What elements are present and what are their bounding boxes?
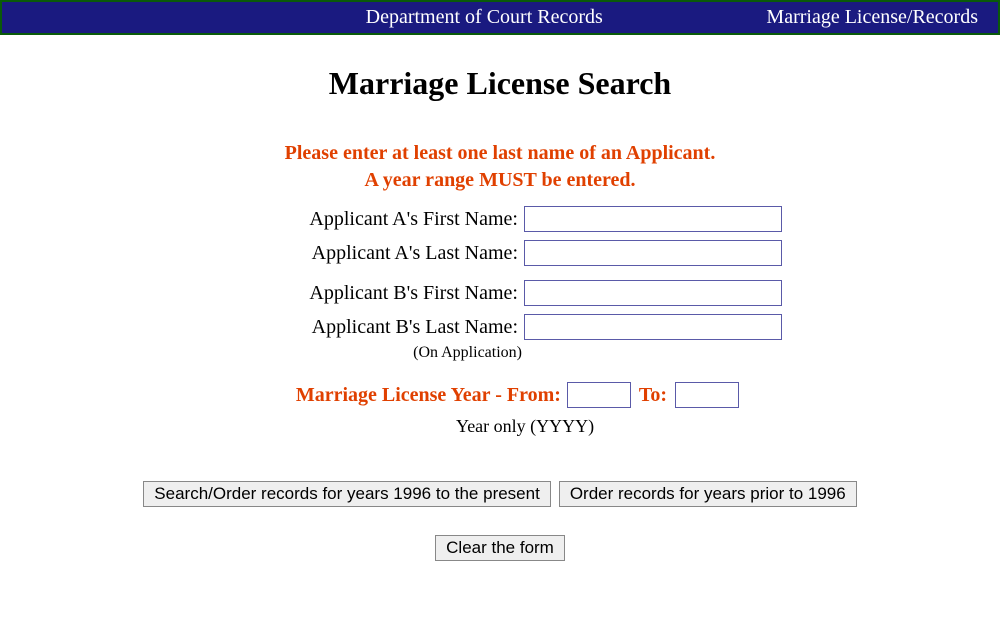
applicant-b-first-label: Applicant B's First Name: — [218, 282, 524, 305]
year-from-input[interactable] — [567, 382, 631, 408]
search-recent-button[interactable]: Search/Order records for years 1996 to t… — [143, 481, 551, 507]
header-bar: Department of Court Records Marriage Lic… — [0, 0, 1000, 35]
clear-row: Clear the form — [0, 535, 1000, 561]
applicant-a-last-input[interactable] — [524, 240, 782, 266]
instruction-line-1: Please enter at least one last name of a… — [0, 142, 1000, 165]
year-to-input[interactable] — [675, 382, 739, 408]
applicant-b-first-input[interactable] — [524, 280, 782, 306]
header-section: Marriage License/Records — [766, 6, 978, 29]
page-title: Marriage License Search — [0, 65, 1000, 102]
button-row: Search/Order records for years 1996 to t… — [0, 481, 1000, 507]
year-from-label: Marriage License Year - From: — [261, 384, 567, 407]
search-form: Applicant A's First Name: Applicant A's … — [150, 202, 850, 441]
year-hint: Year only (YYYY) — [456, 416, 594, 437]
applicant-b-last-input[interactable] — [524, 314, 782, 340]
year-to-label: To: — [639, 384, 667, 407]
clear-form-button[interactable]: Clear the form — [435, 535, 565, 561]
order-prior-button[interactable]: Order records for years prior to 1996 — [559, 481, 857, 507]
header-department: Department of Court Records — [2, 6, 766, 29]
applicant-a-last-label: Applicant A's Last Name: — [218, 242, 524, 265]
applicant-a-first-label: Applicant A's First Name: — [218, 208, 524, 231]
applicant-a-first-input[interactable] — [524, 206, 782, 232]
applicant-b-last-label: Applicant B's Last Name: — [218, 316, 524, 339]
on-application-note: (On Application) — [222, 344, 528, 362]
instruction-line-2: A year range MUST be entered. — [0, 169, 1000, 192]
